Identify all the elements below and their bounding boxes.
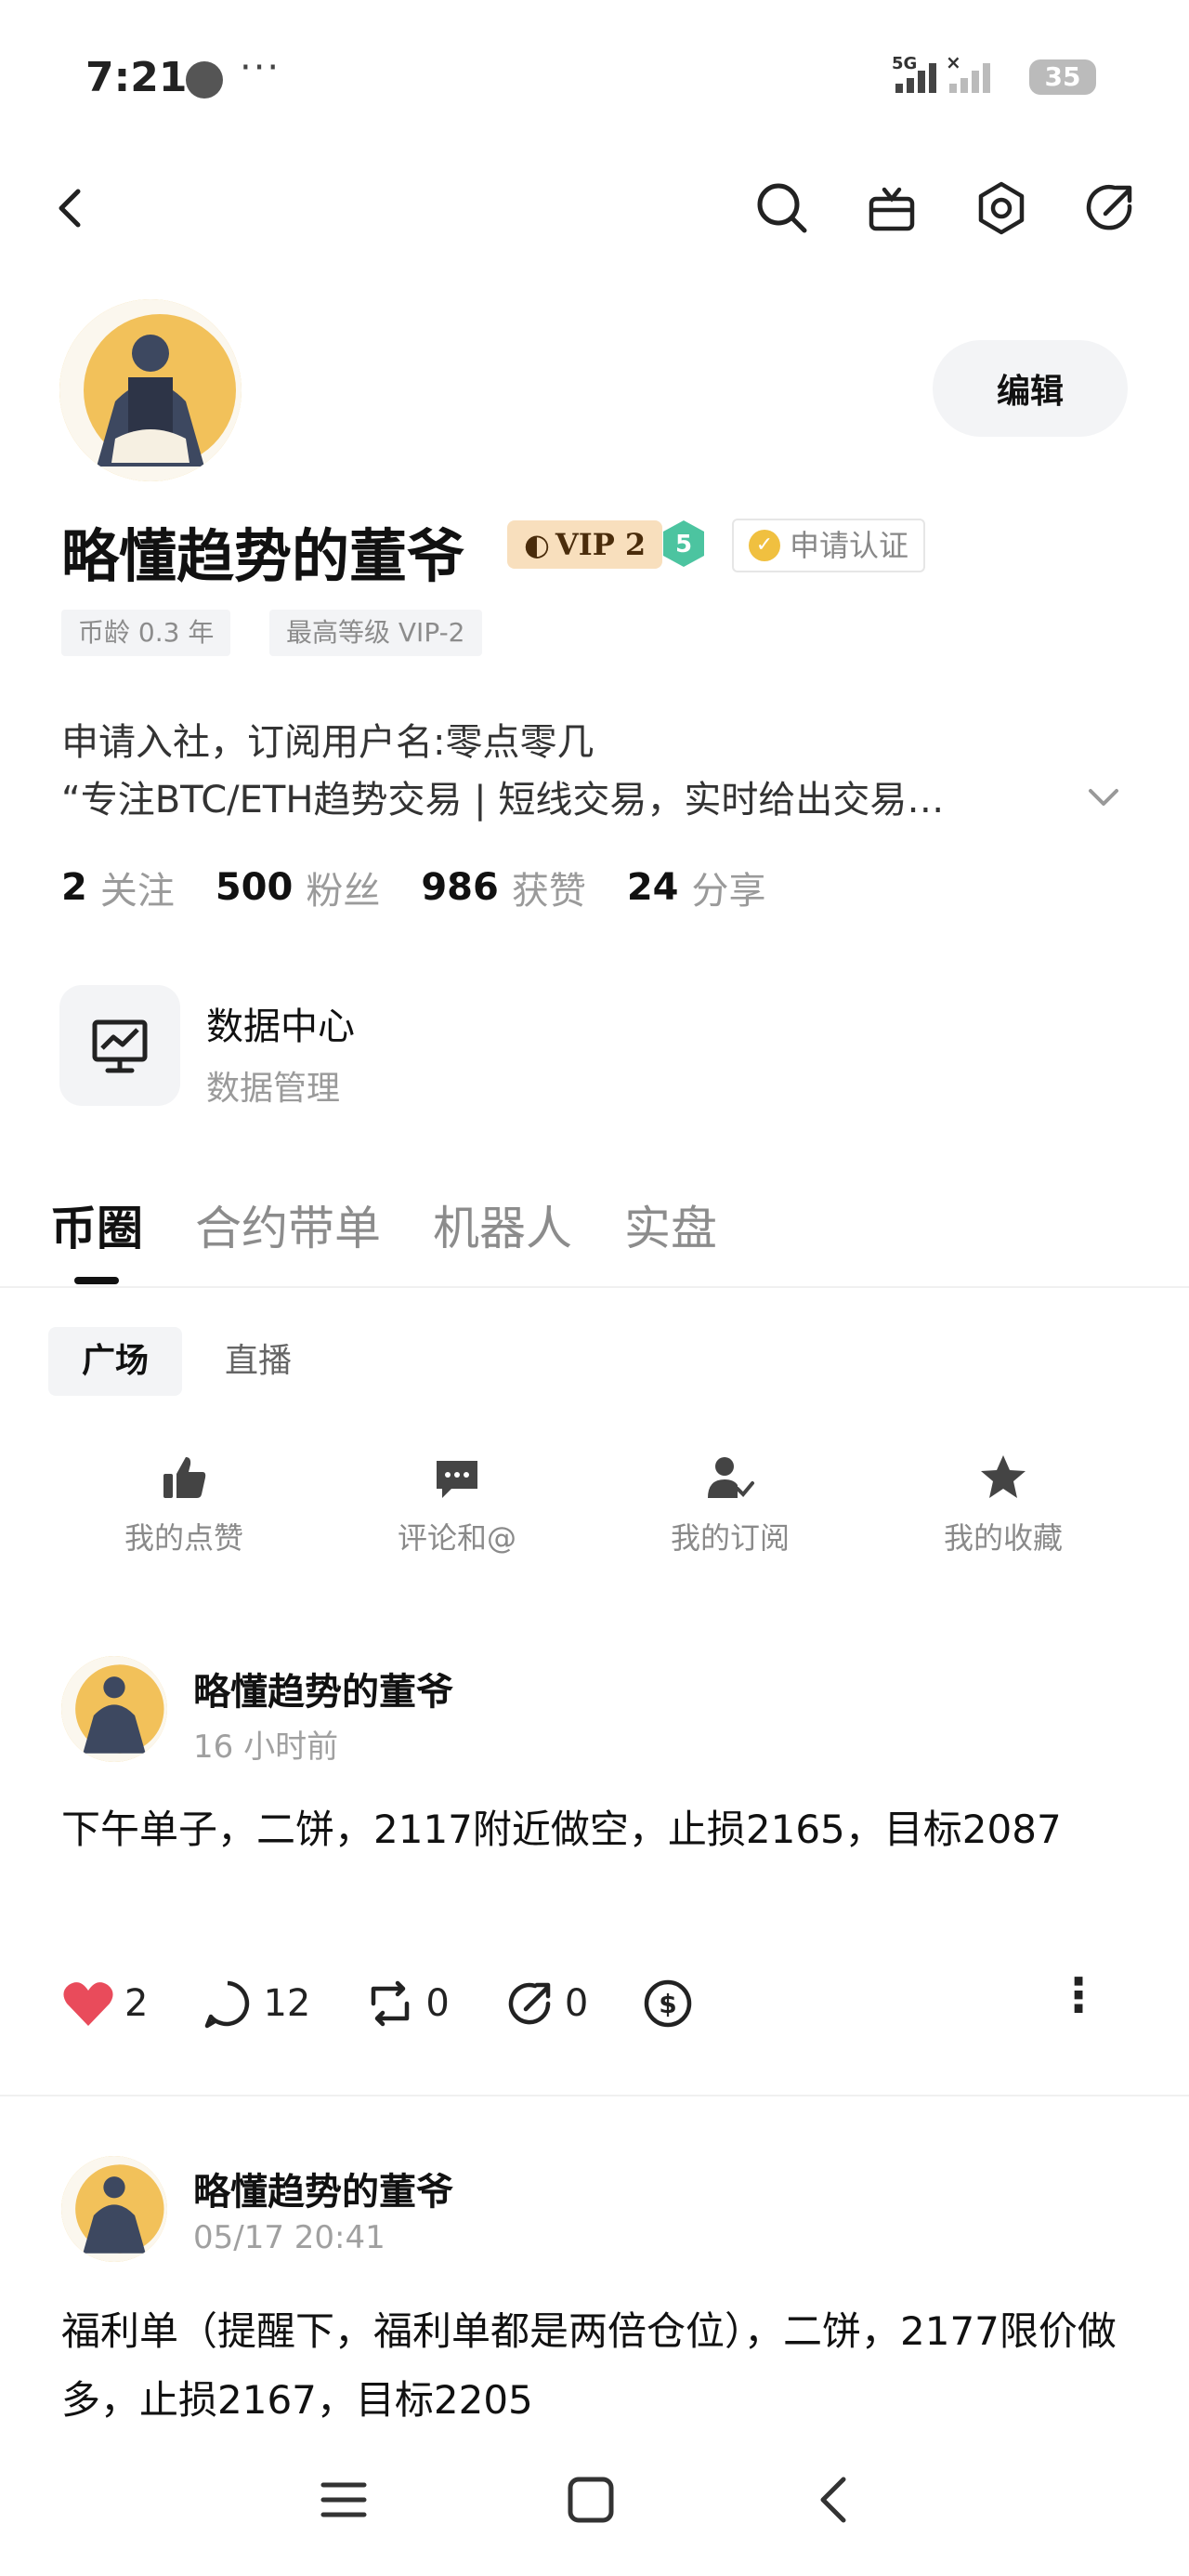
- post-author[interactable]: 略懂趋势的董爷: [193, 1662, 453, 1715]
- avatar[interactable]: [59, 299, 242, 481]
- max-level-tag: 最高等级 VIP-2: [269, 610, 482, 656]
- signal-icon: 5G ×: [892, 51, 1013, 100]
- my-subscriptions-action[interactable]: 我的订阅: [619, 1452, 842, 1557]
- share-count: 0: [564, 1982, 589, 2025]
- star-icon: [981, 1455, 1026, 1498]
- subtab-live[interactable]: 直播: [191, 1327, 325, 1396]
- comment-icon: [437, 1461, 477, 1498]
- back-icon[interactable]: [41, 178, 100, 238]
- settings-icon[interactable]: [972, 178, 1031, 238]
- level-badge: 5: [661, 519, 706, 569]
- share-icon: [508, 1982, 551, 2025]
- system-nav-bar: [0, 2453, 1189, 2546]
- svg-text:$: $: [660, 1989, 677, 2019]
- expand-bio-icon[interactable]: [1085, 779, 1122, 820]
- dollar-coin-icon: $: [645, 1979, 692, 2028]
- comment-bubble-icon: [205, 1980, 250, 2029]
- profile-name: 略懂趋势的董爷: [61, 522, 465, 590]
- edit-profile-button[interactable]: 编辑: [933, 340, 1128, 437]
- post-divider: [0, 2095, 1189, 2096]
- more-options-icon[interactable]: ⋮: [1055, 1968, 1102, 2022]
- verify-label: 申请认证: [790, 528, 909, 563]
- post-avatar[interactable]: [61, 2156, 167, 2262]
- home-icon[interactable]: [563, 2472, 619, 2531]
- my-favorites-action[interactable]: 我的收藏: [892, 1452, 1115, 1557]
- tip-button[interactable]: $: [642, 1978, 703, 2030]
- repost-button[interactable]: 0: [364, 1978, 450, 2030]
- data-center-subtitle: 数据管理: [206, 1070, 341, 1108]
- my-likes-action[interactable]: 我的点赞: [72, 1452, 295, 1557]
- repost-icon: [372, 1980, 410, 2027]
- level-number: 5: [675, 531, 692, 559]
- user-check-icon: [708, 1457, 754, 1498]
- post-time: 16 小时前: [193, 1728, 339, 1766]
- status-extra: ···: [240, 46, 281, 89]
- tab-live-account[interactable]: 实盘: [624, 1191, 717, 1258]
- clock-icon: [186, 61, 223, 99]
- menu-icon[interactable]: [316, 2472, 372, 2531]
- data-center-icon[interactable]: [59, 985, 180, 1106]
- like-button[interactable]: 2: [61, 1979, 148, 2028]
- subtab-square[interactable]: 广场: [48, 1327, 183, 1396]
- post-time: 05/17 20:41: [193, 2219, 385, 2256]
- shares-stat[interactable]: 24 分享: [627, 861, 807, 914]
- vip-logo-icon: ◐: [524, 527, 550, 562]
- repost-count: 0: [425, 1982, 450, 2025]
- battery-indicator: 35: [1029, 59, 1096, 95]
- share-icon[interactable]: [1081, 178, 1141, 238]
- likes-stat[interactable]: 986 获赞: [421, 861, 627, 914]
- svg-text:5G: 5G: [892, 54, 917, 73]
- heart-icon: [63, 1982, 113, 2026]
- comment-button[interactable]: 12: [202, 1978, 310, 2030]
- thumbs-up-icon: [163, 1457, 206, 1498]
- following-stat[interactable]: 2 关注: [61, 861, 216, 914]
- bio-line-1: 申请入社，订阅用户名:零点零几: [61, 721, 594, 764]
- vip-badge: ◐ VIP 2: [507, 520, 663, 569]
- verify-button[interactable]: ✓ 申请认证: [732, 519, 926, 572]
- data-center-title[interactable]: 数据中心: [206, 996, 355, 1050]
- svg-text:×: ×: [946, 52, 961, 73]
- account-age-tag: 币龄 0.3 年: [61, 610, 231, 656]
- bio-line-2: “专注BTC/ETH趋势交易 | 短线交易，实时给出交易…: [61, 779, 945, 821]
- gift-icon[interactable]: [862, 178, 921, 238]
- post-author[interactable]: 略懂趋势的董爷: [193, 2162, 453, 2215]
- post-avatar[interactable]: [61, 1656, 167, 1762]
- comments-mentions-action[interactable]: 评论和@: [346, 1452, 568, 1557]
- post-body[interactable]: 福利单（提醒下，福利单都是两倍仓位），二饼，2177限价做多，止损2167，目标…: [61, 2297, 1130, 2435]
- tabs-divider: [0, 1286, 1189, 1288]
- profile-stats: 2 关注 500 粉丝 986 获赞 24 分享: [61, 861, 807, 914]
- tab-coin-circle[interactable]: 币圈: [50, 1191, 143, 1258]
- like-count: 2: [124, 1982, 149, 2025]
- vip-label: VIP 2: [555, 527, 647, 562]
- comment-count: 12: [263, 1982, 311, 2025]
- tab-bot[interactable]: 机器人: [433, 1191, 572, 1258]
- share-post-button[interactable]: 0: [503, 1978, 588, 2030]
- status-time: 7:21: [85, 54, 188, 101]
- back-nav-icon[interactable]: [808, 2472, 864, 2531]
- followers-stat[interactable]: 500 粉丝: [216, 861, 422, 914]
- verified-badge-icon: ✓: [749, 530, 780, 561]
- post-actions: 2 12 0 0 $: [61, 1978, 757, 2030]
- search-icon[interactable]: [752, 178, 812, 238]
- main-tabs: 币圈 合约带单 机器人 实盘: [50, 1191, 769, 1258]
- active-tab-indicator: [74, 1277, 119, 1284]
- post-body[interactable]: 下午单子，二饼，2117附近做空，止损2165，目标2087: [61, 1795, 1130, 1864]
- tab-copy-trading[interactable]: 合约带单: [195, 1191, 381, 1258]
